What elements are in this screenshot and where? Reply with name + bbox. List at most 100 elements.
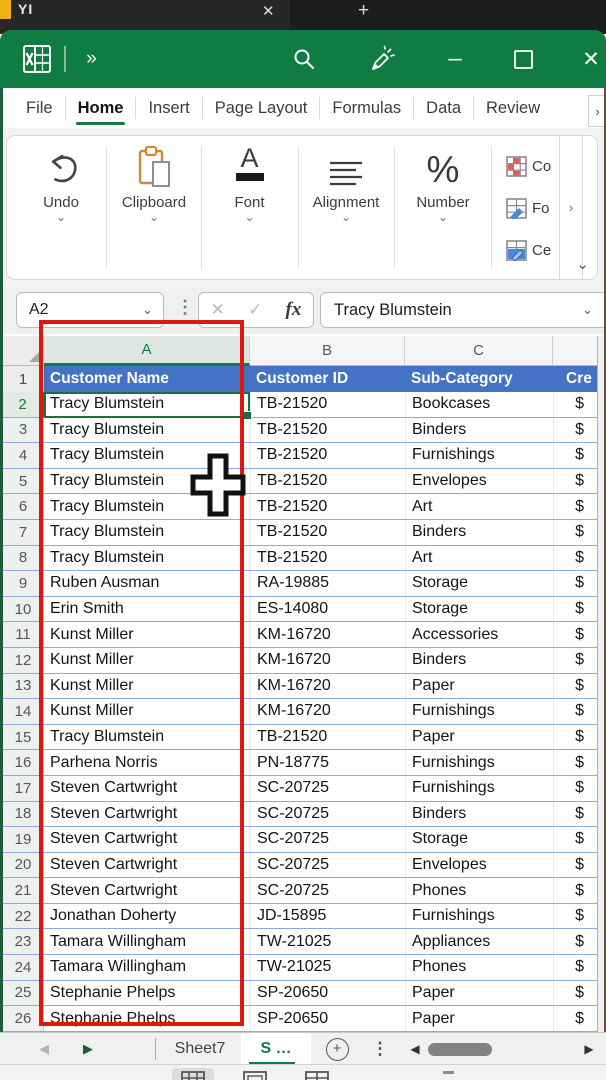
cell-sub-category[interactable]: Binders bbox=[405, 417, 553, 443]
maximize-button[interactable] bbox=[506, 30, 540, 88]
cell-customer-id[interactable]: SC-20725 bbox=[250, 775, 405, 801]
cell-sub-category[interactable]: Paper bbox=[405, 980, 553, 1006]
font-group[interactable]: A Font ⌄ bbox=[202, 136, 297, 279]
row-number[interactable]: 7 bbox=[3, 519, 44, 545]
column-header-a[interactable]: A bbox=[44, 336, 250, 366]
clipboard-group[interactable]: Clipboard ⌄ bbox=[107, 136, 201, 279]
cell-sub-category[interactable]: Paper bbox=[405, 1006, 553, 1031]
cell-amount[interactable]: $ bbox=[553, 571, 597, 596]
cell-customer-name[interactable]: Steven Cartwright bbox=[44, 878, 250, 903]
search-icon[interactable] bbox=[288, 30, 320, 88]
normal-view-icon[interactable] bbox=[181, 1071, 205, 1080]
next-sheet-icon[interactable]: ▶ bbox=[78, 1033, 98, 1065]
row-number[interactable]: 22 bbox=[3, 903, 44, 929]
cell-sub-category[interactable]: Phones bbox=[405, 955, 553, 980]
cell-customer-name[interactable]: Tamara Willingham bbox=[44, 929, 250, 954]
row-number[interactable]: 16 bbox=[3, 750, 44, 775]
cell-amount[interactable]: $ bbox=[553, 878, 597, 903]
cell-sub-category[interactable]: Art bbox=[405, 545, 553, 571]
cell-amount[interactable]: $ bbox=[553, 622, 597, 647]
header-customer-name[interactable]: Customer Name bbox=[44, 366, 250, 392]
header-credit[interactable]: Cre bbox=[553, 366, 597, 392]
cell-customer-id[interactable]: TW-21025 bbox=[250, 929, 405, 955]
cell-customer-id[interactable]: TB-21520 bbox=[250, 519, 405, 545]
cell-amount[interactable]: $ bbox=[553, 955, 597, 980]
column-header-c[interactable]: C bbox=[405, 336, 553, 366]
cell-customer-id[interactable]: TB-21520 bbox=[250, 545, 405, 571]
cell-sub-category[interactable]: Bookcases bbox=[405, 392, 553, 417]
cell-sub-category[interactable]: Phones bbox=[405, 878, 553, 903]
cell-customer-id[interactable]: TB-21520 bbox=[250, 724, 405, 750]
tab-file[interactable]: File bbox=[14, 88, 65, 128]
cell-customer-id[interactable]: TB-21520 bbox=[250, 468, 405, 494]
cell-sub-category[interactable]: Storage bbox=[405, 596, 553, 622]
cell-sub-category[interactable]: Envelopes bbox=[405, 468, 553, 494]
formula-menu-icon[interactable]: ⋮ bbox=[176, 297, 194, 318]
row-number[interactable]: 23 bbox=[3, 929, 44, 955]
cell-amount[interactable]: $ bbox=[553, 699, 597, 724]
scroll-left-icon[interactable]: ◀ bbox=[408, 1033, 422, 1065]
cell-customer-id[interactable]: JD-15895 bbox=[250, 903, 405, 929]
row-number[interactable]: 2 bbox=[3, 392, 44, 417]
cell-sub-category[interactable]: Furnishings bbox=[405, 443, 553, 468]
cell-amount[interactable]: $ bbox=[553, 724, 597, 750]
cell-customer-name[interactable]: Tracy Blumstein bbox=[44, 520, 250, 545]
number-group[interactable]: % Number ⌄ bbox=[395, 136, 491, 279]
cell-customer-name[interactable]: Tracy Blumstein bbox=[44, 725, 250, 750]
column-header-d[interactable] bbox=[553, 336, 597, 366]
horizontal-scrollbar-thumb[interactable] bbox=[428, 1043, 492, 1056]
row-number[interactable]: 26 bbox=[3, 1006, 44, 1031]
cell-customer-id[interactable]: TB-21520 bbox=[250, 392, 405, 417]
cell-customer-id[interactable]: PN-18775 bbox=[250, 750, 405, 775]
sheet-options-icon[interactable]: ⋮ bbox=[370, 1033, 390, 1065]
cell-amount[interactable]: $ bbox=[553, 903, 597, 929]
clipboard-chevron-icon[interactable]: ⌄ bbox=[149, 211, 159, 223]
cell-customer-id[interactable]: SP-20650 bbox=[250, 1006, 405, 1031]
cell-customer-id[interactable]: SC-20725 bbox=[250, 852, 405, 878]
page-break-view-icon[interactable] bbox=[305, 1071, 329, 1080]
row-number[interactable]: 4 bbox=[3, 443, 44, 468]
cell-customer-id[interactable]: SC-20725 bbox=[250, 801, 405, 827]
cell-sub-category[interactable]: Storage bbox=[405, 571, 553, 596]
excel-logo-icon[interactable] bbox=[18, 30, 56, 88]
row-number[interactable]: 5 bbox=[3, 468, 44, 494]
quick-access-overflow-icon[interactable]: » bbox=[76, 30, 108, 88]
cell-sub-category[interactable]: Binders bbox=[405, 801, 553, 827]
column-header-b[interactable]: B bbox=[250, 336, 405, 366]
insert-function-icon[interactable]: fx bbox=[286, 299, 302, 321]
cell-customer-id[interactable]: TB-21520 bbox=[250, 443, 405, 468]
row-number[interactable]: 3 bbox=[3, 417, 44, 443]
format-as-table-button[interactable]: Fo bbox=[506, 196, 550, 220]
row-number[interactable]: 19 bbox=[3, 827, 44, 852]
collapse-ribbon-icon[interactable]: ⌄ bbox=[576, 257, 589, 272]
row-number[interactable]: 17 bbox=[3, 775, 44, 801]
tab-page-layout[interactable]: Page Layout bbox=[203, 88, 320, 128]
cell-sub-category[interactable]: Binders bbox=[405, 519, 553, 545]
cell-customer-name[interactable]: Kunst Miller bbox=[44, 622, 250, 647]
new-tab-icon[interactable]: + bbox=[358, 0, 369, 22]
cell-amount[interactable]: $ bbox=[553, 929, 597, 955]
cell-amount[interactable]: $ bbox=[553, 673, 597, 699]
name-box[interactable]: A2 ⌄ bbox=[16, 292, 164, 328]
row-number[interactable]: 8 bbox=[3, 545, 44, 571]
cell-customer-id[interactable]: SC-20725 bbox=[250, 878, 405, 903]
conditional-formatting-button[interactable]: Co bbox=[506, 154, 551, 178]
cell-customer-name[interactable]: Parhena Norris bbox=[44, 750, 250, 775]
tab-home[interactable]: Home bbox=[66, 88, 136, 128]
tab-formulas[interactable]: Formulas bbox=[320, 88, 413, 128]
cell-customer-name[interactable]: Tamara Willingham bbox=[44, 955, 250, 980]
cell-customer-id[interactable]: KM-16720 bbox=[250, 622, 405, 647]
cell-customer-name[interactable]: Ruben Ausman bbox=[44, 571, 250, 596]
row-number[interactable]: 6 bbox=[3, 494, 44, 519]
cell-customer-id[interactable]: KM-16720 bbox=[250, 699, 405, 724]
cell-sub-category[interactable]: Appliances bbox=[405, 929, 553, 955]
header-sub-category[interactable]: Sub-Category bbox=[405, 366, 553, 392]
cell-amount[interactable]: $ bbox=[553, 980, 597, 1006]
tab-data[interactable]: Data bbox=[414, 88, 473, 128]
cell-customer-id[interactable]: SC-20725 bbox=[250, 827, 405, 852]
cell-customer-name[interactable]: Tracy Blumstein bbox=[44, 418, 250, 443]
cell-customer-id[interactable]: RA-19885 bbox=[250, 571, 405, 596]
cell-customer-id[interactable]: KM-16720 bbox=[250, 673, 405, 699]
tab-close-icon[interactable]: ✕ bbox=[262, 2, 275, 20]
row-number[interactable]: 10 bbox=[3, 596, 44, 622]
